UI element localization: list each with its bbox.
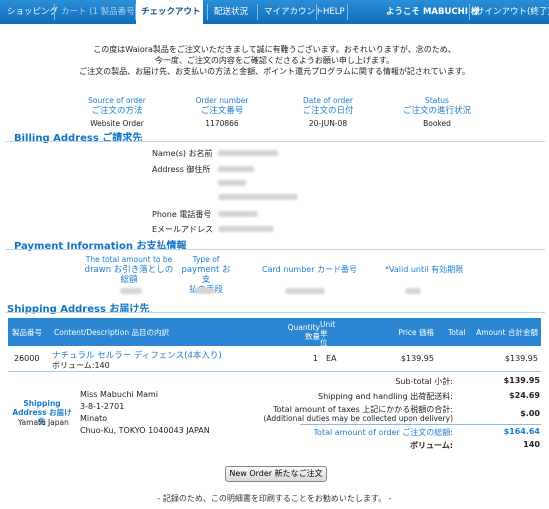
payment-amount-redacted (120, 288, 142, 294)
payment-col-card: Card number カード番号 (262, 265, 358, 274)
order-number-value: 1170866 (205, 119, 239, 128)
billing-address-redacted-1 (218, 166, 254, 172)
shipping-fee-label: Shipping and handling 出荷配送料: (318, 392, 453, 401)
payment-col-amount: The total amount to be drawn お引き落としの 総額 (84, 255, 174, 285)
order-status-en: Status (425, 96, 449, 105)
volume-value: 140 (523, 440, 540, 449)
row-price: $139.95 (400, 354, 434, 363)
order-table-header: 製品番号 Content/Description 品目の内訳 Quantity … (8, 318, 541, 347)
payment-col-amount-l2: drawn お引き落としの (84, 265, 174, 275)
billing-phone-redacted (218, 211, 258, 217)
table-row: 26000 ナチュラル セルラー ディフェンス(4本入り) ボリューム:140 … (8, 346, 541, 372)
th-price: Price 価格 (398, 328, 434, 337)
order-number-en: Order number (195, 96, 249, 105)
billing-address-redacted-3 (218, 194, 298, 200)
order-status-jp: ご注文の進行状況 (402, 106, 471, 116)
ship-region: Yamato Japan (18, 418, 69, 427)
order-number-jp: ご注文番号 (200, 106, 244, 116)
new-order-button[interactable]: New Order 新たなご注文 (225, 466, 327, 482)
ship-recipient: Miss Mabuchi Mami (80, 390, 159, 399)
nav-checkout[interactable]: チェックアウト (136, 0, 203, 24)
billing-address-redacted-2 (218, 180, 246, 186)
billing-name-redacted (218, 150, 278, 156)
row-quantity: 1 (312, 354, 318, 363)
row-amount: $139.95 (504, 354, 538, 363)
payment-col-amount-l3: 総額 (120, 275, 138, 285)
order-number: Order number ご注文番号 1170866 (177, 96, 267, 129)
billing-phone-label: Phone 電話番号 (152, 210, 212, 219)
payment-valid-redacted (405, 288, 421, 294)
th-description: Content/Description 品目の内訳 (54, 328, 169, 337)
nav-signout[interactable]: サインアウト(終了) (471, 0, 549, 24)
intro-line-1: この度はWaiora製品をご注文いただきまして誠に有難うございます。おそれいりま… (93, 45, 456, 54)
payment-col-amount-l1: The total amount to be (85, 255, 173, 264)
order-date-en: Date of order (303, 96, 353, 105)
row-product-volume: ボリューム:140 (52, 361, 110, 370)
subtotal-value: $139.95 (503, 376, 540, 385)
order-source: Source of order ご注文の方法 Website Order (72, 96, 162, 129)
shipping-fee-value: $24.69 (509, 391, 540, 400)
payment-type-redacted (195, 288, 215, 294)
order-total-label: Total amount of order ご注文の総額: (313, 428, 453, 437)
footer-note: - 記録のため、この明細書を印刷することをお勧めいたします。 - (157, 494, 392, 503)
order-total-value: $164.64 (503, 427, 540, 436)
th-amount: Amount 合計金額 (476, 328, 538, 337)
top-nav-bar: ショッピング カート (1 製品番号) チェックアウト 配送状況 マイアカウント… (0, 0, 549, 24)
payment-col-valid: *Valid until 有効期限 (385, 265, 464, 274)
nav-help[interactable]: HELP (318, 0, 350, 24)
ship-to-label-l1: Shipping Address お届け (12, 399, 72, 417)
billing-name-label: Name(s) お名前 (152, 149, 213, 158)
order-date-jp: ご注文の日付 (302, 106, 354, 116)
billing-email-redacted (218, 226, 274, 232)
th-total: Total (448, 328, 466, 337)
subtotal-label: Sub-total 小計: (395, 377, 453, 386)
th-product-no: 製品番号 (12, 328, 42, 337)
payment-col-type-l2: payment お支 (181, 265, 231, 285)
tax-note: (Additional duties may be collected upon… (263, 414, 454, 423)
order-date: Date of order ご注文の日付 20-JUN-08 (283, 96, 373, 129)
intro-line-3: ご注文の製品、お届け先、お支払いの方法と金額、ポイント還元プログラムに関する情報… (79, 67, 470, 76)
intro-text: この度はWaiora製品をご注文いただきまして誠に有難うございます。おそれいりま… (0, 44, 549, 77)
order-source-en: Source of order (88, 96, 146, 105)
th-quantity: Quantity 数量 (287, 323, 320, 341)
ship-address: Miss Mabuchi Mami 3-8-1-2701 Minato Chuo… (80, 389, 210, 437)
th-unit: Unit 単位 (320, 320, 336, 347)
order-date-value: 20-JUN-08 (308, 119, 348, 128)
nav-shipping-status[interactable]: 配送状況 (209, 0, 253, 24)
ship-addr-3: Chuo-Ku, TOKYO 1040043 JAPAN (80, 426, 210, 435)
ship-addr-1: 3-8-1-2701 (80, 402, 125, 411)
nav-cart[interactable]: カート (1 製品番号) (56, 0, 143, 24)
ship-addr-2: Minato (80, 414, 108, 423)
billing-email-label: Eメールアドレス (152, 225, 214, 234)
order-status-value: Booked (423, 119, 451, 128)
intro-line-2: 今一度、ご注文の内容をご確認くださるようお願い申し上げます。 (154, 56, 395, 65)
row-unit: EA (326, 354, 337, 363)
payment-card-redacted (285, 288, 325, 294)
order-source-jp: ご注文の方法 (91, 106, 143, 116)
order-status: Status ご注文の進行状況 Booked (392, 96, 482, 129)
volume-label: ボリューム: (410, 441, 453, 450)
payment-col-type-l1: Type of (192, 255, 220, 264)
row-product-no: 26000 (14, 354, 40, 363)
order-source-value: Website Order (90, 119, 144, 128)
tax-value: $.00 (520, 409, 540, 418)
billing-address-label: Address 御住所 (152, 165, 211, 174)
